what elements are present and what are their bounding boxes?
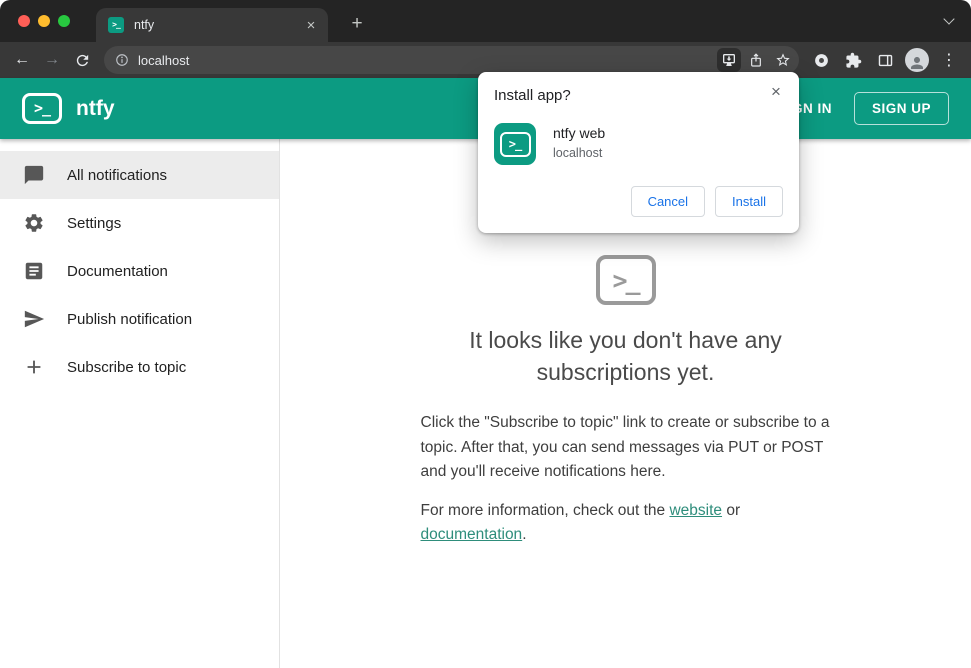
cancel-button[interactable]: Cancel [630,186,706,217]
empty-state-title: It looks like you don't have any subscri… [469,327,782,385]
back-button[interactable]: ← [8,46,36,74]
install-icon [723,54,735,66]
sidebar-item-label: Settings [67,214,122,232]
address-bar[interactable]: localhost [104,46,799,74]
minimize-window-button[interactable] [38,15,50,27]
send-icon [24,310,45,328]
install-app-name: ntfy web [553,125,606,141]
sidebar-item-label: Publish notification [67,310,193,328]
side-panel-icon [878,54,892,66]
new-tab-button[interactable]: + [344,11,370,37]
window-controls [18,15,70,27]
extensions-menu-button[interactable] [839,46,867,74]
tab-close-icon[interactable]: × [302,16,320,34]
url-text: localhost [138,52,190,68]
zoom-window-button[interactable] [58,15,70,27]
install-dialog-actions: Cancel Install [494,186,783,217]
install-app-dialog: Install app? × >_ ntfy web localhost Can… [478,72,799,233]
documentation-link[interactable]: documentation [421,526,523,543]
browser-titlebar: >_ ntfy × + [0,0,971,42]
sidebar-item-label: Subscribe to topic [67,358,187,376]
ntfy-logo-icon: >_ [22,93,62,124]
chat-bubble-icon [24,165,44,185]
sidebar-item-label: All notifications [67,166,168,184]
reload-icon [76,54,88,66]
install-app-toolbar-button[interactable] [717,48,741,72]
website-link[interactable]: website [669,502,722,519]
sidebar-item-publish-notification[interactable]: Publish notification [0,295,279,343]
ntfy-favicon-glyph: >_ [112,20,121,29]
person-icon [911,57,923,69]
extension-badge-button[interactable] [807,46,835,74]
extension-badge-icon [814,53,828,67]
more-info-prefix: For more information, check out the [420,501,670,519]
plus-icon [27,360,41,374]
tab-search-chevron-icon[interactable] [943,13,955,25]
ntfy-favicon-icon: >_ [108,17,124,33]
ntfy-app-icon-glyph: >_ [508,137,522,151]
install-dialog-body: >_ ntfy web localhost [494,123,783,165]
star-icon [776,53,790,66]
sidebar-item-subscribe-to-topic[interactable]: Subscribe to topic [0,343,279,391]
share-button[interactable] [744,48,768,72]
profile-button[interactable] [903,46,931,74]
sign-up-button[interactable]: SIGN UP [853,92,949,125]
sidebar-item-settings[interactable]: Settings [0,199,279,247]
bookmark-star-button[interactable] [771,48,795,72]
gear-icon [25,214,43,232]
ntfy-app-icon: >_ [494,123,536,165]
toolbar-right-icons: ⋮ [807,46,963,74]
browser-window: >_ ntfy × + ← → localhost ⋮ >_ ntfy SIGN… [0,0,971,668]
tab-title: ntfy [134,18,155,32]
more-info-or: or [722,501,741,519]
side-panel-button[interactable] [871,46,899,74]
empty-state-glyph: >_ [612,265,640,295]
sidebar-item-all-notifications[interactable]: All notifications [0,151,279,199]
close-window-button[interactable] [18,15,30,27]
forward-button[interactable]: → [38,46,66,74]
browser-menu-button[interactable]: ⋮ [935,46,963,74]
article-icon [25,262,43,280]
site-info-icon[interactable] [115,53,129,67]
avatar [905,48,929,72]
dialog-close-icon[interactable]: × [766,82,786,102]
empty-state-body: Click the "Subscribe to topic" link to c… [420,414,830,480]
browser-tab-ntfy[interactable]: >_ ntfy × [96,8,328,42]
app-title: ntfy [76,96,115,120]
sidebar: All notifications Settings Documentation… [0,139,280,668]
more-info-text: For more information, check out the webs… [421,499,831,547]
puzzle-icon [845,52,861,68]
install-app-origin: localhost [553,146,603,160]
sidebar-item-label: Documentation [67,262,168,280]
install-button[interactable]: Install [715,186,783,217]
ntfy-logo-glyph: >_ [33,99,51,117]
install-dialog-meta: ntfy web localhost [553,123,605,165]
reload-button[interactable] [68,46,96,74]
install-dialog-title: Install app? [494,87,571,104]
sidebar-item-documentation[interactable]: Documentation [0,247,279,295]
more-info-suffix: . [522,526,527,544]
ntfy-empty-state-icon: >_ [595,255,656,305]
share-icon [751,53,761,67]
ntfy-app-icon-frame: >_ [499,131,531,157]
